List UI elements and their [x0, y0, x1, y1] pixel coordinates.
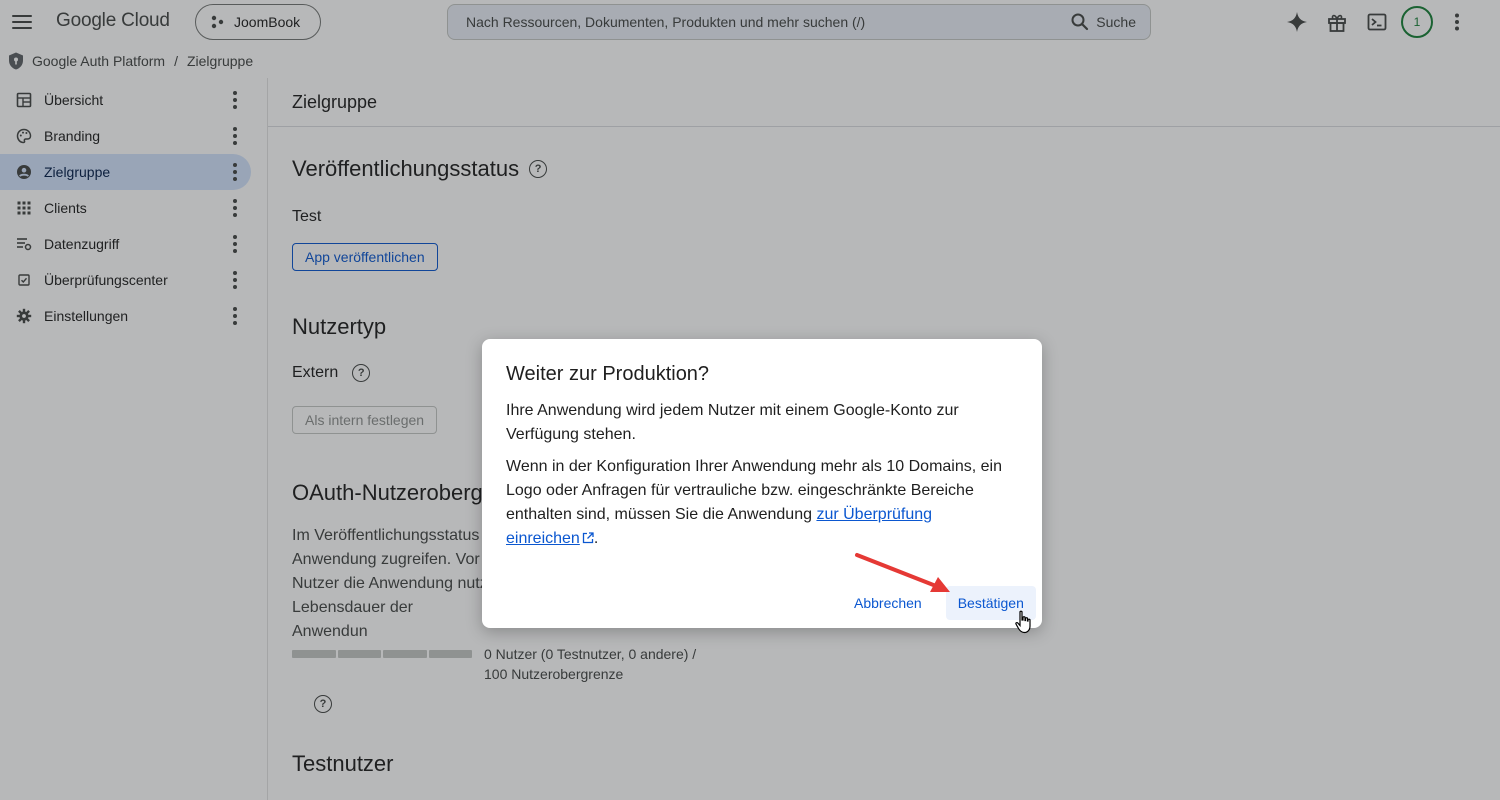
- open-in-new-icon: [582, 532, 594, 544]
- dialog-title: Weiter zur Produktion?: [506, 363, 710, 385]
- production-dialog: Weiter zur Produktion? Ihre Anwendung wi…: [482, 339, 1042, 628]
- hand-cursor-icon: [1015, 610, 1031, 634]
- annotation-arrow-icon: [855, 553, 950, 592]
- link-text: zur Überprüfung: [816, 506, 933, 523]
- dialog-paragraph-1: Ihre Anwendung wird jedem Nutzer mit ein…: [506, 402, 959, 443]
- dialog-text: Wenn in der Konfiguration Ihrer Anwendun…: [506, 458, 1002, 475]
- dialog-paragraph-2: Wenn in der Konfiguration Ihrer Anwendun…: [506, 455, 1006, 551]
- dialog-text: Logo oder Anfragen für vertrauliche bzw.…: [506, 482, 974, 499]
- link-text: einreichen: [506, 530, 580, 547]
- dialog-text: .: [593, 530, 599, 547]
- dialog-text: enthalten sind, müssen Sie die Anwendung: [506, 506, 817, 523]
